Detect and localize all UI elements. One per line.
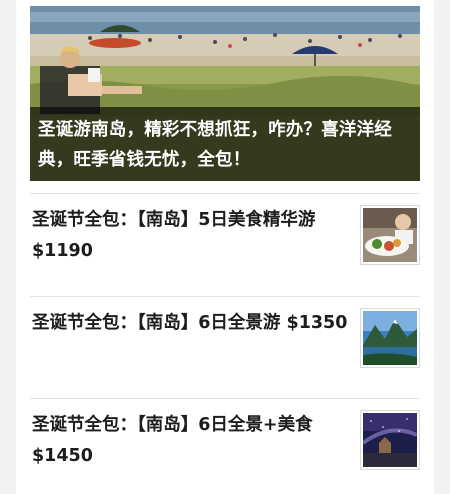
article-title: 圣诞节全包：【南岛】6日全景游 $1350	[32, 313, 348, 333]
article-thumbnail	[360, 205, 420, 265]
article-thumbnail	[360, 410, 420, 470]
list-item[interactable]: 圣诞节全包：【南岛】6日全景游 $1350	[30, 308, 420, 388]
hero-caption: 圣诞游南岛，精彩不想抓狂，咋办？喜洋洋经典，旺季省钱无忧，全包！	[30, 107, 420, 181]
divider	[30, 398, 420, 399]
food-platter-photo	[363, 208, 417, 262]
divider	[30, 193, 420, 194]
mountain-lake-photo	[363, 311, 417, 365]
article-title: 圣诞节全包：【南岛】6日全景+美食 $1450	[32, 415, 313, 466]
list-item[interactable]: 圣诞节全包：【南岛】6日全景+美食 $1450	[30, 410, 420, 490]
article-thumbnail	[360, 308, 420, 368]
article-list-page: 圣诞游南岛，精彩不想抓狂，咋办？喜洋洋经典，旺季省钱无忧，全包！ 圣诞节全包：【…	[16, 0, 434, 494]
divider	[30, 296, 420, 297]
article-title: 圣诞节全包：【南岛】5日美食精华游 $1190	[32, 210, 316, 261]
list-item[interactable]: 圣诞节全包：【南岛】5日美食精华游 $1190	[30, 205, 420, 285]
hero-banner[interactable]: 圣诞游南岛，精彩不想抓狂，咋办？喜洋洋经典，旺季省钱无忧，全包！	[30, 6, 420, 181]
night-sky-church-photo	[363, 413, 417, 467]
